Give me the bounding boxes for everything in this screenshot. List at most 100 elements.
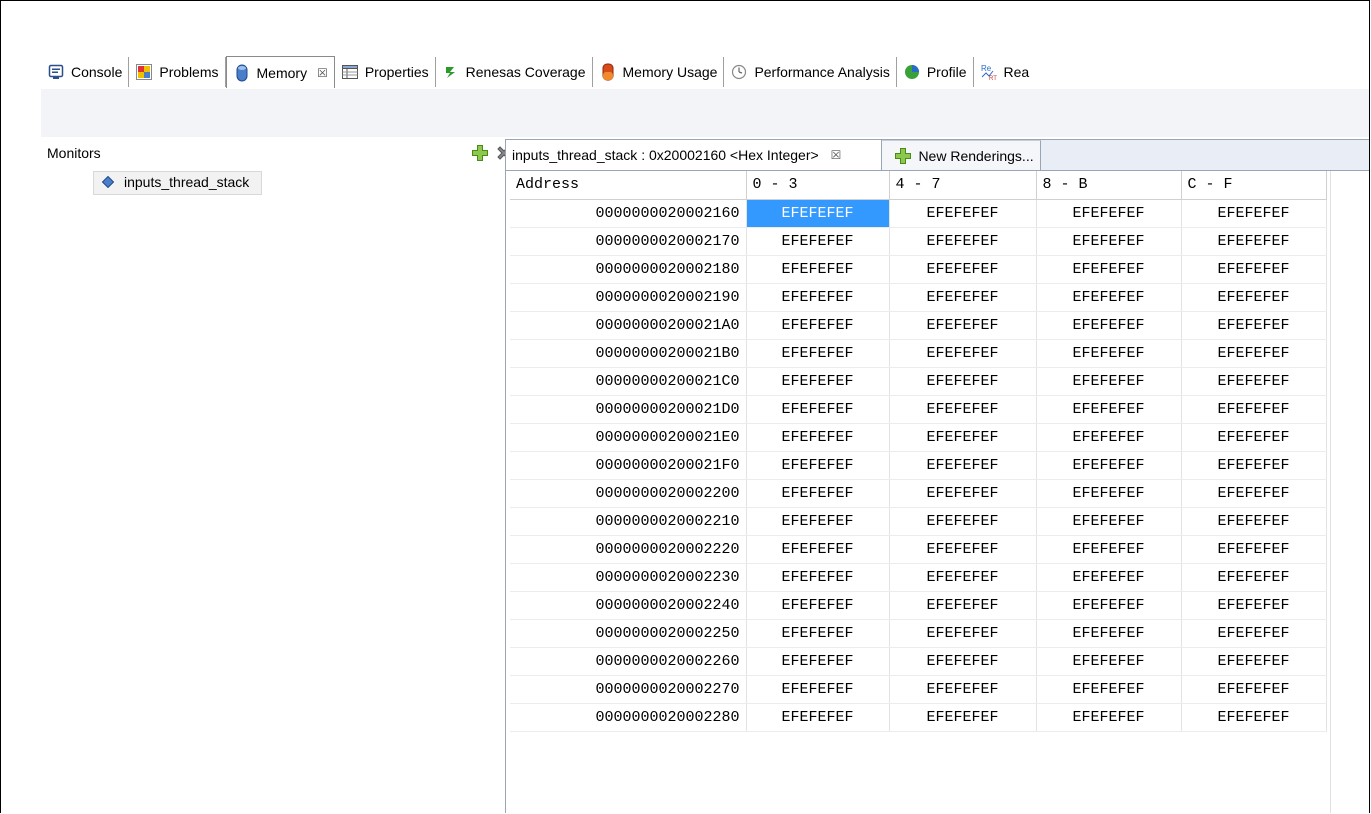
memory-value-cell[interactable]: EFEFEFEF (746, 311, 890, 340)
memory-value-cell[interactable]: EFEFEFEF (1036, 451, 1182, 480)
memory-value-cell[interactable]: EFEFEFEF (1036, 199, 1182, 228)
memory-value-cell[interactable]: EFEFEFEF (889, 479, 1037, 508)
table-row[interactable]: 00000000200021A0 EFEFEFEF EFEFEFEF EFEFEFEF… (510, 311, 1327, 340)
memory-value-cell[interactable]: EFEFEFEF (1036, 479, 1182, 508)
memory-value-cell[interactable]: EFEFEFEF (1036, 311, 1182, 340)
memory-value-cell[interactable]: EFEFEFEF (889, 423, 1037, 452)
memory-value-cell[interactable]: EFEFEFEF (889, 507, 1037, 536)
memory-value-cell[interactable]: EFEFEFEF (1181, 227, 1327, 256)
memory-value-cell[interactable]: EFEFEFEF (1181, 535, 1327, 564)
tab-problems[interactable]: Problems (129, 57, 226, 87)
table-row[interactable]: 0000000020002190 EFEFEFEF EFEFEFEF EFEFEFEF… (510, 283, 1327, 312)
table-row[interactable]: 0000000020002170 EFEFEFEF EFEFEFEF EFEFEFEF… (510, 227, 1327, 256)
memory-value-cell[interactable]: EFEFEFEF (1036, 367, 1182, 396)
table-row[interactable]: 0000000020002270 EFEFEFEF EFEFEFEF EFEFEFEF… (510, 675, 1327, 704)
memory-value-cell[interactable]: EFEFEFEF (746, 367, 890, 396)
tab-renesas-coverage[interactable]: Renesas Coverage (436, 57, 593, 87)
tab-properties[interactable]: Properties (335, 57, 436, 87)
memory-value-cell[interactable]: EFEFEFEF (746, 535, 890, 564)
memory-value-cell[interactable]: EFEFEFEF (889, 563, 1037, 592)
memory-value-cell[interactable]: EFEFEFEF (746, 703, 890, 732)
memory-value-cell[interactable]: EFEFEFEF (1181, 395, 1327, 424)
memory-value-cell[interactable]: EFEFEFEF (746, 647, 890, 676)
memory-value-cell[interactable]: EFEFEFEF (1036, 619, 1182, 648)
memory-value-cell[interactable]: EFEFEFEF (1036, 283, 1182, 312)
memory-value-cell[interactable]: EFEFEFEF (1181, 507, 1327, 536)
memory-value-cell[interactable]: EFEFEFEF (746, 255, 890, 284)
memory-value-cell[interactable]: EFEFEFEF (746, 451, 890, 480)
add-monitor-icon[interactable] (471, 144, 489, 162)
memory-value-cell[interactable]: EFEFEFEF (889, 255, 1037, 284)
memory-value-cell[interactable]: EFEFEFEF (889, 619, 1037, 648)
column-header-0-3[interactable]: 0 - 3 (746, 171, 890, 200)
monitor-item[interactable]: inputs_thread_stack (93, 171, 263, 195)
table-row[interactable]: 0000000020002260 EFEFEFEF EFEFEFEF EFEFEFEF… (510, 647, 1327, 676)
memory-value-cell[interactable]: EFEFEFEF (746, 591, 890, 620)
memory-value-cell[interactable]: EFEFEFEF (746, 199, 890, 228)
memory-value-cell[interactable]: EFEFEFEF (1036, 535, 1182, 564)
column-header-4-7[interactable]: 4 - 7 (889, 171, 1037, 200)
memory-value-cell[interactable]: EFEFEFEF (746, 675, 890, 704)
table-row[interactable]: 00000000200021F0 EFEFEFEF EFEFEFEF EFEFEFEF… (510, 451, 1327, 480)
memory-value-cell[interactable]: EFEFEFEF (1181, 647, 1327, 676)
table-row[interactable]: 00000000200021D0 EFEFEFEF EFEFEFEF EFEFEFEF… (510, 395, 1327, 424)
memory-value-cell[interactable]: EFEFEFEF (889, 535, 1037, 564)
memory-value-cell[interactable]: EFEFEFEF (1181, 675, 1327, 704)
memory-value-cell[interactable]: EFEFEFEF (889, 703, 1037, 732)
column-header-8-b[interactable]: 8 - B (1036, 171, 1182, 200)
memory-value-cell[interactable]: EFEFEFEF (1181, 423, 1327, 452)
tab-profile[interactable]: Profile (897, 57, 974, 87)
table-row[interactable]: 0000000020002240 EFEFEFEF EFEFEFEF EFEFEFEF… (510, 591, 1327, 620)
close-icon[interactable]: ☒ (317, 66, 328, 80)
column-header-c-f[interactable]: C - F (1181, 171, 1327, 200)
table-row[interactable]: 0000000020002230 EFEFEFEF EFEFEFEF EFEFEFEF… (510, 563, 1327, 592)
memory-value-cell[interactable]: EFEFEFEF (1181, 451, 1327, 480)
memory-value-cell[interactable]: EFEFEFEF (1036, 255, 1182, 284)
tab-memory[interactable]: Memory ☒ (225, 56, 335, 88)
memory-value-cell[interactable]: EFEFEFEF (889, 367, 1037, 396)
memory-value-cell[interactable]: EFEFEFEF (1181, 199, 1327, 228)
tab-new-renderings[interactable]: New Renderings... (882, 140, 1041, 170)
memory-value-cell[interactable]: EFEFEFEF (746, 395, 890, 424)
table-row[interactable]: 0000000020002210 EFEFEFEF EFEFEFEF EFEFEFEF… (510, 507, 1327, 536)
memory-value-cell[interactable]: EFEFEFEF (1181, 367, 1327, 396)
memory-value-cell[interactable]: EFEFEFEF (1181, 339, 1327, 368)
memory-value-cell[interactable]: EFEFEFEF (1036, 423, 1182, 452)
table-row[interactable]: 0000000020002200 EFEFEFEF EFEFEFEF EFEFEFEF… (510, 479, 1327, 508)
tab-console[interactable]: Console (41, 57, 130, 87)
memory-value-cell[interactable]: EFEFEFEF (1181, 563, 1327, 592)
memory-value-cell[interactable]: EFEFEFEF (889, 199, 1037, 228)
memory-value-cell[interactable]: EFEFEFEF (1036, 339, 1182, 368)
table-row[interactable]: 0000000020002250 EFEFEFEF EFEFEFEF EFEFEFEF… (510, 619, 1327, 648)
table-row[interactable]: 0000000020002220 EFEFEFEF EFEFEFEF EFEFEFEF… (510, 535, 1327, 564)
memory-value-cell[interactable]: EFEFEFEF (889, 591, 1037, 620)
column-header-address[interactable]: Address (510, 171, 747, 200)
memory-value-cell[interactable]: EFEFEFEF (889, 227, 1037, 256)
memory-value-cell[interactable]: EFEFEFEF (1036, 563, 1182, 592)
tab-performance-analysis[interactable]: Performance Analysis (724, 57, 897, 87)
memory-value-cell[interactable]: EFEFEFEF (1181, 619, 1327, 648)
memory-value-cell[interactable]: EFEFEFEF (889, 339, 1037, 368)
table-row[interactable]: 00000000200021E0 EFEFEFEF EFEFEFEF EFEFEFEF… (510, 423, 1327, 452)
memory-value-cell[interactable]: EFEFEFEF (746, 283, 890, 312)
memory-value-cell[interactable]: EFEFEFEF (746, 423, 890, 452)
tab-realtime[interactable]: Re RT Rea (974, 57, 1036, 87)
memory-value-cell[interactable]: EFEFEFEF (1036, 591, 1182, 620)
memory-value-cell[interactable]: EFEFEFEF (889, 675, 1037, 704)
memory-value-cell[interactable]: EFEFEFEF (1181, 591, 1327, 620)
tab-memory-usage[interactable]: Memory Usage (593, 57, 725, 87)
table-row[interactable]: 0000000020002160 EFEFEFEF EFEFEFEF EFEFEFEF… (510, 199, 1327, 228)
tab-rendering-hex[interactable]: inputs_thread_stack : 0x20002160 <Hex In… (506, 140, 883, 170)
memory-value-cell[interactable]: EFEFEFEF (746, 227, 890, 256)
memory-value-cell[interactable]: EFEFEFEF (889, 395, 1037, 424)
memory-value-cell[interactable]: EFEFEFEF (1181, 283, 1327, 312)
memory-value-cell[interactable]: EFEFEFEF (1036, 647, 1182, 676)
memory-value-cell[interactable]: EFEFEFEF (1036, 675, 1182, 704)
memory-value-cell[interactable]: EFEFEFEF (746, 339, 890, 368)
close-icon[interactable]: ☒ (831, 148, 842, 162)
memory-value-cell[interactable]: EFEFEFEF (889, 311, 1037, 340)
memory-value-cell[interactable]: EFEFEFEF (1181, 255, 1327, 284)
memory-value-cell[interactable]: EFEFEFEF (1036, 703, 1182, 732)
memory-value-cell[interactable]: EFEFEFEF (1036, 395, 1182, 424)
memory-value-cell[interactable]: EFEFEFEF (746, 479, 890, 508)
